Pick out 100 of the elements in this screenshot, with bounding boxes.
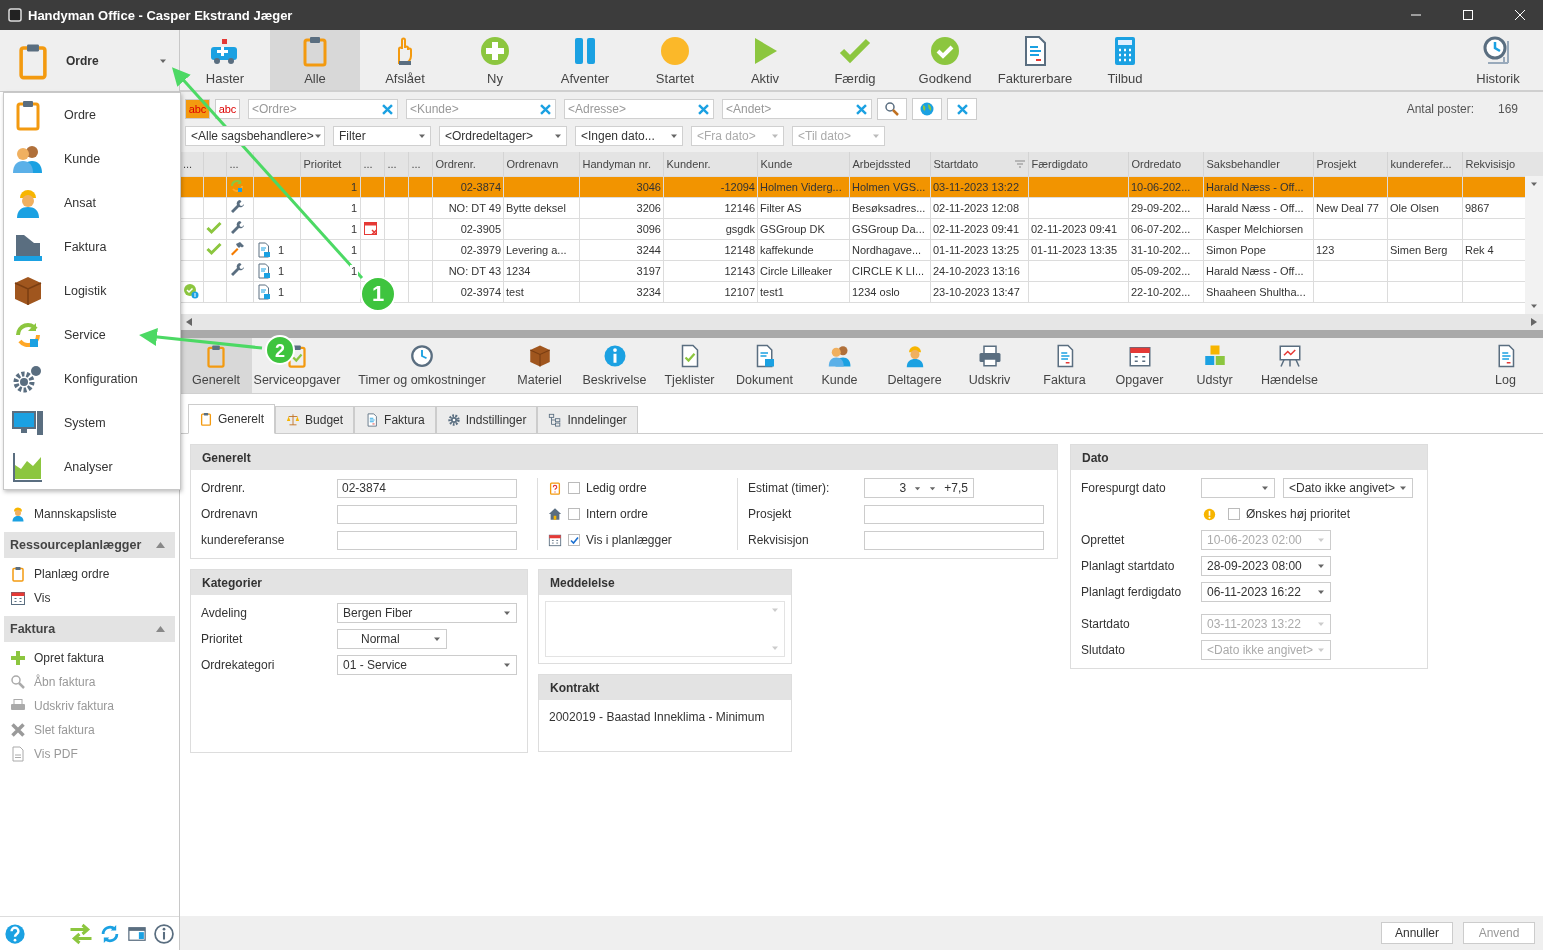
detail-toolbar-button[interactable]: Materiel [502,338,577,393]
checkbox[interactable] [1228,508,1240,520]
tab[interactable]: Indstillinger [435,406,538,434]
toolbar-button[interactable]: Historik [1453,30,1543,90]
module-selector[interactable]: Ordre [0,30,179,92]
table-row[interactable]: 1 02-3905 3096 gsgdk GSGroup DK GSGroup Da... 02-11-2023 09:41 02-11-2023 09:41 06-07-202... Kasper Melchiorsen [180,218,1525,240]
column-header[interactable]: Kundenr. [663,152,757,176]
tab[interactable]: Inndelinger [537,406,638,434]
message-field[interactable] [545,601,785,657]
section-header[interactable]: Ressourceplanlægger [4,532,175,558]
dropdown[interactable]: 01 - Service [337,655,517,675]
text-field[interactable] [337,504,517,524]
detail-toolbar-button[interactable]: Hændelse [1252,338,1327,393]
toolbar-button[interactable]: Tilbud [1080,30,1170,90]
menu-item[interactable]: System [4,401,180,445]
detail-toolbar-button[interactable]: Udstyr [1177,338,1252,393]
section-header[interactable]: Faktura [4,616,175,642]
toolbar-button[interactable]: Afslået [360,30,450,90]
menu-item[interactable]: Faktura [4,225,180,269]
sidebar-item[interactable]: Planlæg ordre [4,562,175,586]
toolbar-button[interactable]: Alle [270,30,360,90]
detail-toolbar-button[interactable]: Opgaver [1102,338,1177,393]
text-field[interactable]: 02-3874 [337,478,517,498]
search-button[interactable] [877,98,907,120]
menu-item[interactable]: Ansat [4,181,180,225]
text-field[interactable] [337,530,517,550]
menu-item[interactable]: Kunde [4,137,180,181]
column-header[interactable]: Kunde [757,152,849,176]
column-header[interactable]: Prioritet [300,152,360,176]
column-header[interactable]: ... [360,152,384,176]
column-header[interactable] [253,152,300,176]
footer-button[interactable]: Annuller [1381,922,1453,944]
date-dropdown[interactable]: 06-11-2023 16:22 [1201,582,1331,602]
toolbar-button[interactable]: Afventer [540,30,630,90]
date-dropdown[interactable]: <Dato ikke angivet> [1283,478,1413,498]
map-button[interactable] [912,98,942,120]
search-field[interactable]: <Andet> [722,99,872,119]
column-header[interactable]: kunderefer... [1387,152,1462,176]
checkbox[interactable] [568,508,580,520]
detail-toolbar-button[interactable]: Kunde [802,338,877,393]
sidebar-item[interactable]: Vis [4,586,175,610]
search-field[interactable]: <Adresse> [564,99,714,119]
dropdown[interactable]: Normal [337,629,447,649]
column-header[interactable]: Handyman nr. [579,152,663,176]
menu-item[interactable]: Logistik [4,269,180,313]
column-header[interactable] [203,152,226,176]
column-header[interactable]: Rekvisisjo [1462,152,1543,176]
detail-toolbar-button[interactable]: Generelt [180,338,252,393]
column-header[interactable]: Ordredato [1128,152,1203,176]
text-field[interactable] [864,530,1044,550]
filter-dropdown[interactable]: <Alle sagsbehandlere> [185,126,325,146]
sidebar-item[interactable]: Opret faktura [4,646,175,670]
menu-item[interactable]: Konfiguration [4,357,180,401]
tab[interactable]: Generelt [188,404,276,434]
detail-toolbar-button[interactable]: Faktura [1027,338,1102,393]
menu-item[interactable]: Service [4,313,180,357]
detail-toolbar-button[interactable]: Deltagere [877,338,952,393]
toolbar-button[interactable]: Fakturerbare [990,30,1080,90]
menu-item[interactable]: Analyser [4,445,180,489]
column-header[interactable]: Ordrenavn [503,152,579,176]
detail-toolbar-button[interactable]: Dokument [727,338,802,393]
column-header[interactable]: Prosjekt [1313,152,1387,176]
column-header[interactable]: ... [384,152,408,176]
table-row[interactable]: 1 1 02-3979 Levering a... 3244 12148 kaffekunde Nordhagave... 01-11-2023 13:25 01-11-2023 13:35 31-10-202... Simon Pope 123 Simen Berg Rek 4 [180,239,1525,261]
column-header[interactable]: ... [408,152,432,176]
menu-item[interactable]: Ordre [4,93,180,137]
text-field[interactable] [864,504,1044,524]
vertical-scrollbar[interactable] [1525,176,1543,314]
filter-dropdown[interactable]: <Ordredeltager> [439,126,567,146]
search-field[interactable]: <Ordre> [248,99,398,119]
toolbar-button[interactable]: Startet [630,30,720,90]
sidebar-item[interactable]: Mannskapsliste [4,502,175,526]
detail-toolbar-button[interactable]: Timer og omkostninger [342,338,502,393]
checkbox[interactable] [568,534,580,546]
number-spinner[interactable]: 3 +7,5 [864,478,974,498]
text-toggle[interactable]: abc [215,99,240,119]
column-header[interactable]: Saksbehandler [1203,152,1313,176]
detail-toolbar-button[interactable]: Udskriv [952,338,1027,393]
column-header[interactable]: Startdato [930,152,1028,176]
toolbar-button[interactable]: Ny [450,30,540,90]
date-dropdown[interactable]: 28-09-2023 08:00 [1201,556,1331,576]
horizontal-scrollbar[interactable] [180,314,1543,330]
detail-toolbar-button[interactable]: Tjeklister [652,338,727,393]
tab[interactable]: Budget [275,406,355,434]
clear-button[interactable] [947,98,977,120]
toolbar-button[interactable]: Godkend [900,30,990,90]
detail-toolbar-button[interactable]: Beskrivelse [577,338,652,393]
table-row[interactable]: 1 1 NO: DT 43 1234 3197 12143 Circle Lilleaker CIRCLE K LI... 24-10-2023 13:16 05-09-202... Harald Næss - Off... [180,260,1525,282]
filter-dropdown[interactable]: Filter [333,126,431,146]
dropdown[interactable]: Bergen Fiber [337,603,517,623]
date-dropdown[interactable] [1201,478,1275,498]
column-header[interactable]: ... [180,152,203,176]
column-header[interactable]: Arbejdssted [849,152,930,176]
toolbar-button[interactable]: Færdig [810,30,900,90]
column-header[interactable]: Færdigdato [1028,152,1128,176]
table-row[interactable]: 1 02-3874 3046 -12094 Holmen Viderg... Holmen VGS... 03-11-2023 13:22 10-06-202... Harald Næss - Off... [180,176,1525,198]
toolbar-button[interactable]: Aktiv [720,30,810,90]
search-field[interactable]: <Kunde> [406,99,556,119]
checkbox[interactable] [568,482,580,494]
splitter[interactable] [180,330,1543,338]
